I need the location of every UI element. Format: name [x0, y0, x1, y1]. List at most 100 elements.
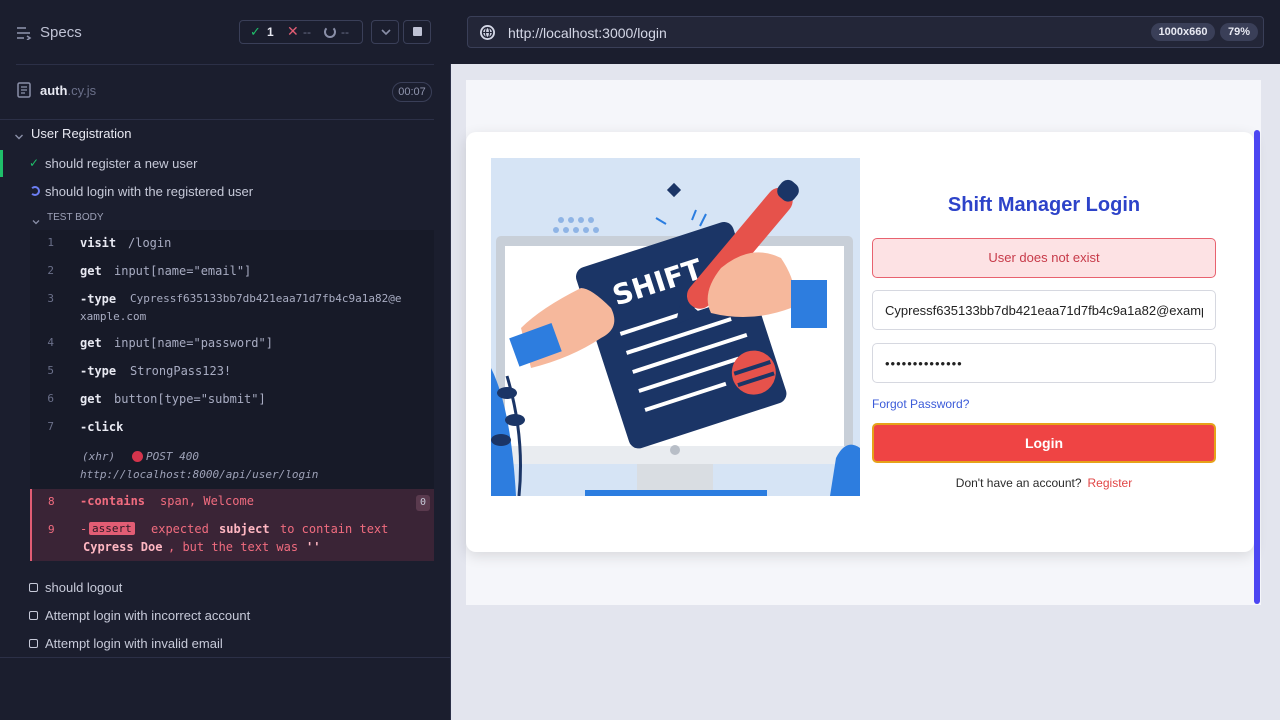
command-arg-continued: xample.com — [80, 310, 147, 323]
command-arg: input[name="email"] — [114, 264, 252, 278]
forgot-password-link[interactable]: Forgot Password? — [872, 397, 969, 411]
assert-actual-value: '' — [306, 540, 321, 554]
expand-toggle-button[interactable] — [371, 20, 399, 44]
specs-list-icon[interactable] — [16, 26, 32, 45]
suite-chevron-down-icon[interactable] — [14, 129, 24, 147]
divider — [0, 657, 450, 658]
assert-message: expected — [151, 522, 209, 536]
assert-message: , but the text was — [168, 540, 299, 554]
command-number: 2 — [47, 264, 54, 277]
command-row[interactable]: 4 get input[name="password"] — [34, 336, 434, 356]
suite-title[interactable]: User Registration — [31, 126, 131, 141]
assert-badge: assert — [89, 522, 135, 535]
pending-test-icon — [29, 611, 38, 620]
viewport-size-badge[interactable]: 1000x660 — [1151, 23, 1215, 41]
pending-test-icon — [29, 639, 38, 648]
assert-message: to contain text — [280, 522, 389, 536]
url-text[interactable]: http://localhost:3000/login — [508, 25, 667, 41]
running-spinner-icon — [30, 186, 40, 196]
chevron-down-icon — [380, 25, 392, 43]
test-title[interactable]: should login with the registered user — [45, 184, 253, 199]
command-row[interactable]: 5 -type StrongPass123! — [34, 364, 434, 384]
stop-icon — [413, 27, 422, 36]
command-name: -contains — [80, 494, 146, 508]
command-number: 7 — [47, 420, 54, 433]
spec-duration: 00:07 — [392, 82, 432, 102]
command-number: 9 — [48, 523, 55, 536]
globe-icon — [479, 24, 496, 46]
xhr-url: http://localhost:8000/api/user/login — [80, 468, 319, 481]
passed-count: 1 — [267, 25, 274, 39]
command-number: 6 — [47, 392, 54, 405]
failed-x-icon: ✕ — [287, 23, 299, 39]
stop-button[interactable] — [403, 20, 431, 44]
test-title[interactable]: Attempt login with incorrect account — [45, 608, 250, 623]
divider — [16, 64, 434, 65]
command-row[interactable]: 6 get button[type="submit"] — [34, 392, 434, 412]
command-arg: input[name="password"] — [114, 336, 273, 350]
command-name: get — [80, 264, 102, 278]
test-title[interactable]: should logout — [45, 580, 122, 595]
command-arg: StrongPass123! — [130, 364, 232, 378]
xhr-method: POST 400 — [146, 450, 199, 463]
spec-file-ext: .cy.js — [67, 83, 97, 98]
test-title[interactable]: Attempt login with invalid email — [45, 636, 223, 651]
assert-expected-value: Cypress Doe — [83, 540, 163, 554]
file-icon — [17, 82, 31, 103]
passed-check-icon: ✓ — [250, 24, 261, 39]
command-name: -click — [80, 420, 124, 434]
divider — [0, 119, 434, 120]
failed-count: -- — [303, 25, 311, 39]
command-name: - — [80, 522, 88, 536]
pending-count: -- — [341, 25, 349, 39]
stats-bar: ✓ 1 ✕ -- -- — [239, 20, 363, 44]
command-name: -type — [80, 292, 117, 306]
test-body-chevron-icon[interactable] — [32, 213, 40, 231]
pending-test-icon — [29, 583, 38, 592]
command-number: 4 — [47, 336, 54, 349]
email-input[interactable] — [872, 290, 1216, 330]
command-arg: Cypressf635133bb7db421eaa71d7fb4c9a1a82@… — [130, 292, 402, 305]
command-arg: button[type="submit"] — [114, 392, 266, 406]
xhr-label: (xhr) — [82, 450, 116, 463]
command-row-failed[interactable]: 8 -contains span, Welcome 0 — [30, 489, 434, 517]
zoom-badge[interactable]: 79% — [1220, 23, 1258, 41]
xhr-error-dot-icon — [132, 451, 143, 462]
command-row[interactable]: 7 -click — [34, 420, 434, 440]
login-title: Shift Manager Login — [947, 194, 1141, 216]
panel-divider — [450, 0, 451, 720]
pending-spinner-icon — [324, 26, 336, 38]
test-title[interactable]: should register a new user — [45, 156, 197, 171]
test-body-label[interactable]: TEST BODY — [47, 212, 104, 223]
spec-file-name[interactable]: auth.cy.js — [40, 83, 96, 98]
command-row[interactable]: 1 visit /login — [34, 236, 434, 256]
command-name: get — [80, 336, 102, 350]
spec-file-base: auth — [40, 83, 68, 98]
command-row-failed[interactable]: 9 - assert expected subject to contain t… — [30, 517, 434, 561]
reporter-panel: Specs ✓ 1 ✕ -- -- auth.cy.js 00:07 User … — [0, 0, 450, 720]
command-row[interactable]: 3 -type Cypressf635133bb7db421eaa71d7fb4… — [34, 292, 434, 328]
command-name: visit — [80, 236, 117, 250]
register-prompt: Don't have an account? Register — [872, 476, 1216, 490]
command-number: 3 — [47, 292, 54, 305]
login-illustration: SHIFT — [491, 158, 860, 496]
command-arg: span, Welcome — [160, 494, 254, 508]
command-number: 8 — [48, 495, 55, 508]
command-number: 1 — [47, 236, 54, 249]
passed-indicator-bar — [0, 150, 3, 177]
passed-check-icon: ✓ — [29, 156, 40, 170]
specs-label[interactable]: Specs — [40, 24, 82, 41]
command-number: 5 — [47, 364, 54, 377]
command-name: get — [80, 392, 102, 406]
element-count-badge: 0 — [416, 495, 430, 511]
password-input[interactable] — [872, 343, 1216, 383]
xhr-event[interactable]: (xhr) POST 400 http://localhost:8000/api… — [80, 450, 430, 486]
viewport-scrollbar[interactable] — [1254, 130, 1260, 604]
assert-subject: subject — [219, 522, 270, 536]
error-alert: User does not exist — [872, 238, 1216, 278]
command-arg: /login — [128, 236, 172, 250]
register-link[interactable]: Register — [1088, 476, 1133, 490]
login-button[interactable]: Login — [872, 423, 1216, 463]
no-account-text: Don't have an account? — [955, 476, 1082, 490]
command-row[interactable]: 2 get input[name="email"] — [34, 264, 434, 284]
